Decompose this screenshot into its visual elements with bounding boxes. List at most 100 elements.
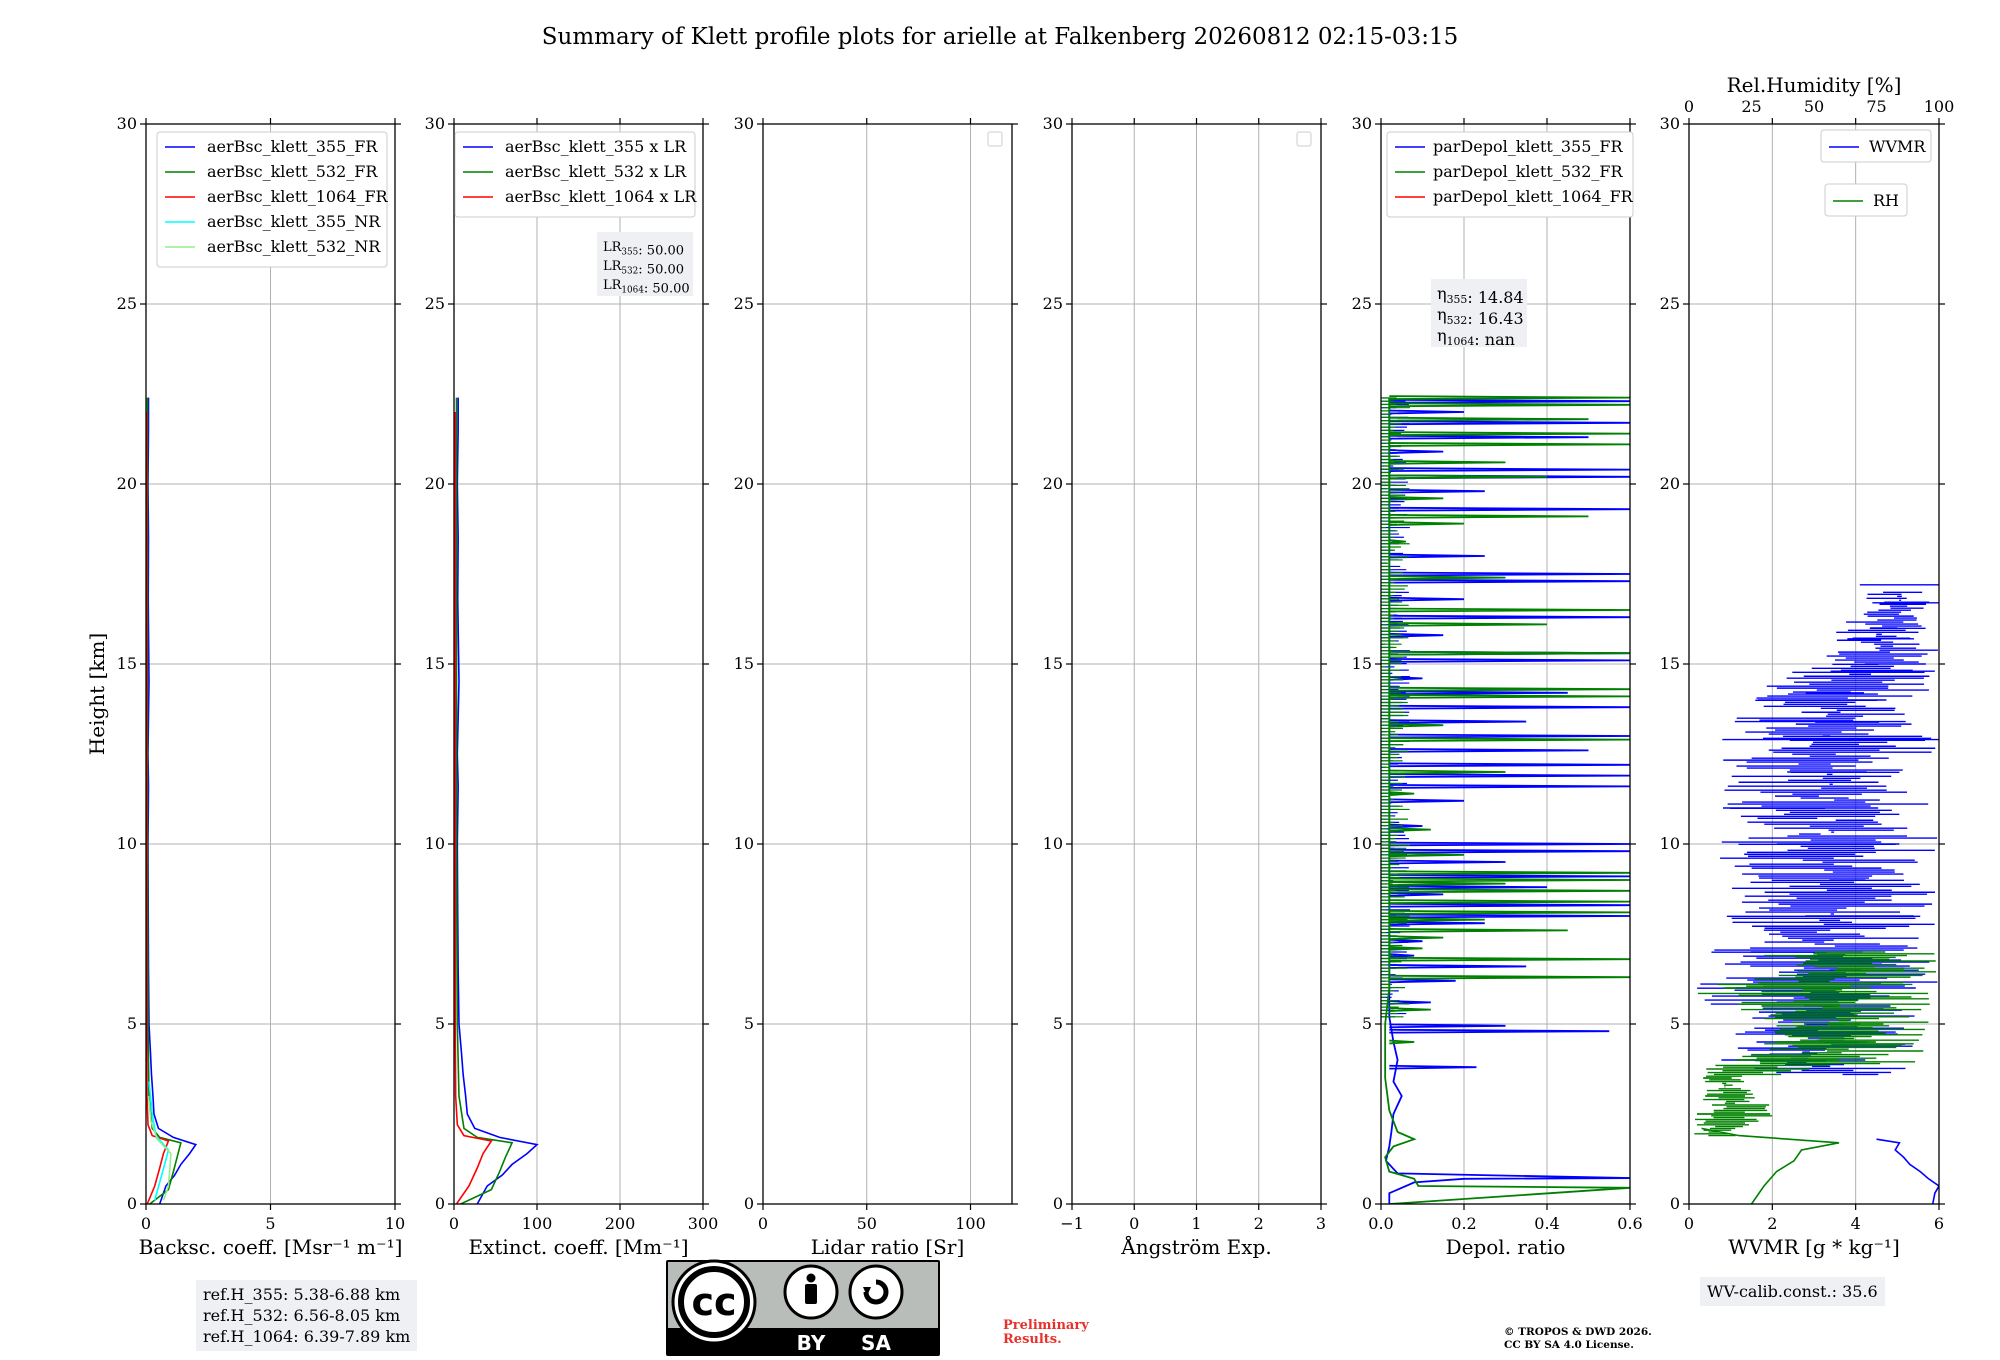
y-tick-label: 25 <box>734 294 754 313</box>
y-tick-label: 10 <box>1660 834 1680 853</box>
x-tick-label: 3 <box>1316 1214 1326 1233</box>
y-tick-label: 30 <box>1660 114 1680 133</box>
reference-height-box: ref.H_355: 5.38-6.88 km ref.H_532: 6.56-… <box>196 1280 418 1352</box>
spike <box>1389 827 1431 832</box>
spike <box>1389 622 1548 627</box>
panel-wvmr: 0510152025300 2 4 6WVMR [g * kg⁻¹]0 25 50 75 10… <box>1660 73 1955 1259</box>
data-backscatter <box>146 397 198 1204</box>
panel-depol: 0 5 10 15 20 25 30 0.0 0.2 0.4 0.6 Depol. ratio parD… <box>1352 114 1643 1259</box>
preliminary-notice: Preliminary Results. <box>1003 1318 1089 1348</box>
spike <box>1389 737 1630 742</box>
series-aerBsc_klett_1064 x LR <box>454 412 493 1204</box>
y-tick-label: 25 <box>1352 294 1372 313</box>
y-tick-label: 5 <box>1670 1014 1680 1033</box>
spike <box>1389 784 1630 789</box>
spike <box>1389 1007 1431 1012</box>
rh-band <box>1694 951 1937 1137</box>
x-tick-label: 0.2 <box>1451 1214 1476 1233</box>
x-tick-label: 0.4 <box>1534 1214 1559 1233</box>
x-tick-label: 0 <box>449 1214 459 1233</box>
y-tick-label: 15 <box>1660 654 1680 673</box>
spike <box>1389 578 1630 584</box>
legend-label: aerBsc_klett_1064 x LR <box>505 187 697 206</box>
y-tick-label: 10 <box>1043 834 1063 853</box>
panel-backscatter: 0 5 10 15 20 25 30 0 5 10 Backsc. coeff. [Msr⁻¹ m⁻… <box>117 114 406 1259</box>
y-tick-label: 5 <box>1362 1014 1372 1033</box>
y-tick-label: 30 <box>734 114 754 133</box>
x-tick-label: 6 <box>1934 1214 1944 1233</box>
y-tick-label: 30 <box>425 114 445 133</box>
x-tick-label: 4 <box>1851 1214 1861 1233</box>
spike <box>1389 474 1548 480</box>
wvmr-line <box>1876 1138 1939 1204</box>
legend-lidar-ratio <box>987 131 1003 147</box>
grid-backscatter <box>145 124 396 1204</box>
legend-label: aerBsc_klett_355_FR <box>207 137 378 156</box>
y-tick-label: 0 <box>435 1194 445 1213</box>
spike <box>1389 798 1465 804</box>
legend-label: aerBsc_klett_532_NR <box>207 237 381 256</box>
sa-label: SA <box>861 1331 891 1355</box>
spike <box>1389 848 1630 854</box>
by-label: BY <box>797 1331 826 1355</box>
x-tick-label: 5 <box>265 1214 275 1233</box>
x-axis-label: Backsc. coeff. [Msr⁻¹ m⁻¹] <box>139 1235 403 1259</box>
x-axis-label: WVMR [g * kg⁻¹] <box>1728 1235 1900 1259</box>
copyright-line-1: © TROPOS & DWD 2026. <box>1504 1326 1652 1338</box>
x-tick-label: 100 <box>955 1214 986 1233</box>
spike <box>1389 1064 1477 1070</box>
y-tick-label: 0 <box>1053 1194 1063 1213</box>
y-tick-label: 30 <box>1043 114 1063 133</box>
y-tick-label: 30 <box>117 114 137 133</box>
spike <box>1389 416 1589 422</box>
empty-legend-box <box>1296 131 1312 147</box>
wv-calib-value: WV-calib.const.: 35.6 <box>1707 1282 1878 1301</box>
grid-lidar-ratio <box>762 124 1012 1204</box>
x-tick-label: 300 <box>688 1214 719 1233</box>
y-tick-label: 0 <box>1362 1194 1372 1213</box>
data-extinction <box>454 397 539 1204</box>
spike <box>1389 420 1630 426</box>
spike <box>1389 614 1630 620</box>
y-tick-label: 0 <box>1670 1194 1680 1213</box>
y-tick-label: 20 <box>117 474 137 493</box>
x-tick-label: 0 <box>1129 1214 1139 1233</box>
y-tick-label: 5 <box>1053 1014 1063 1033</box>
spike <box>1389 928 1568 933</box>
spike <box>1389 398 1630 404</box>
spike <box>1389 956 1630 962</box>
legend-label: RH <box>1873 191 1899 210</box>
spike <box>1389 913 1630 919</box>
legend-label: aerBsc_klett_1064_FR <box>207 187 389 206</box>
x-axis-label: Ångström Exp. <box>1120 1234 1271 1259</box>
spike <box>1389 460 1506 465</box>
y-tick-label: 15 <box>425 654 445 673</box>
spike <box>1389 762 1630 768</box>
legend-label: aerBsc_klett_355 x LR <box>505 137 687 156</box>
x-tick-label: 2 <box>1767 1214 1777 1233</box>
spike <box>1389 1028 1610 1034</box>
copyright-notice: © TROPOS & DWD 2026. CC BY SA 4.0 Licens… <box>1504 1326 1652 1351</box>
spike <box>1389 902 1630 908</box>
x-tick-label: 10 <box>385 1214 405 1233</box>
spike <box>1389 650 1630 656</box>
x-tick-label: 50 <box>857 1214 877 1233</box>
y-tick-label: 0 <box>127 1194 137 1213</box>
legend-label: parDepol_klett_532_FR <box>1433 162 1624 181</box>
legend-label: parDepol_klett_355_FR <box>1433 137 1624 156</box>
spike <box>1389 686 1630 692</box>
refh-355: ref.H_355: 5.38-6.88 km <box>203 1285 401 1304</box>
sa-share-icon <box>848 1264 904 1320</box>
spike <box>1389 607 1630 613</box>
x-tick-label: −1 <box>1060 1214 1084 1233</box>
spike <box>1389 935 1444 940</box>
spike <box>1389 506 1630 512</box>
spike <box>1389 694 1630 699</box>
x-tick-label: 0.6 <box>1617 1214 1642 1233</box>
spike <box>1389 658 1630 663</box>
x-tick-label: 0 <box>758 1214 768 1233</box>
spike <box>1389 575 1506 580</box>
spike <box>1389 571 1630 577</box>
y-tick-label: 20 <box>1043 474 1063 493</box>
preliminary-line-2: Results. <box>1003 1332 1062 1348</box>
